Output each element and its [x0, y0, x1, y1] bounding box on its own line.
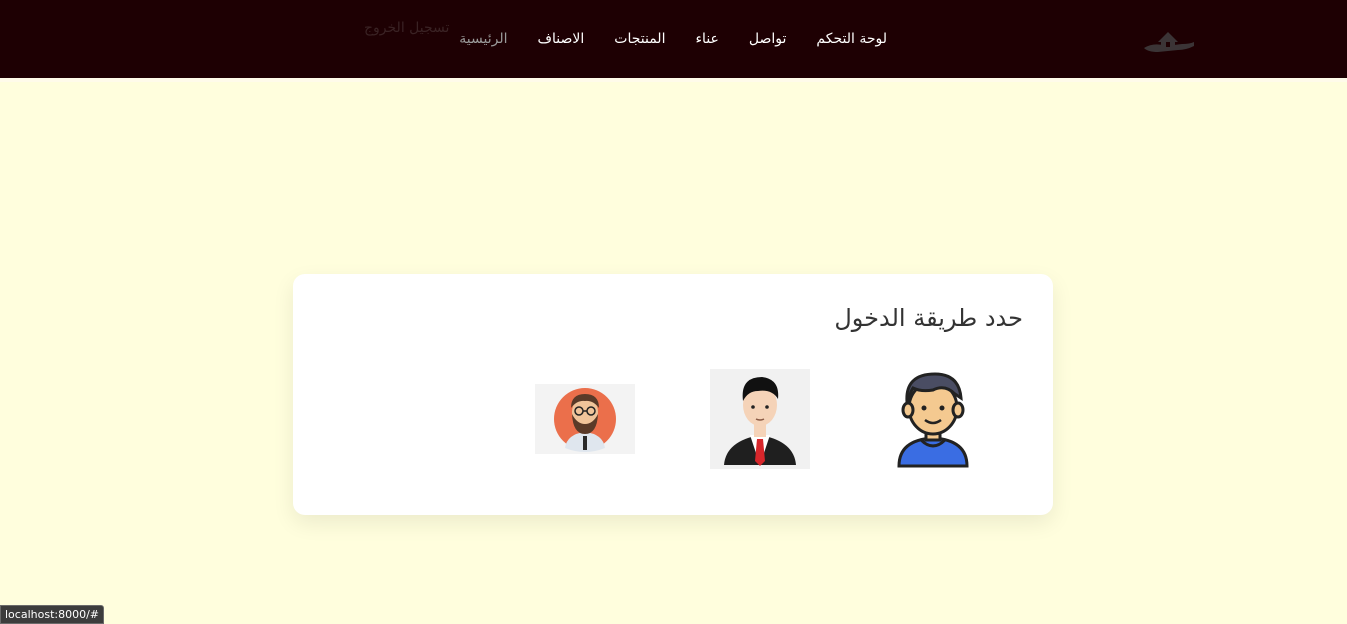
login-method-card: حدد طريقة الدخول — [293, 274, 1053, 515]
bearded-man-avatar-icon — [554, 388, 616, 452]
nav-products[interactable]: المنتجات — [614, 31, 665, 47]
nav-categories[interactable]: الاصناف — [538, 31, 585, 47]
house-in-hand-icon[interactable] — [1138, 24, 1198, 56]
nav-home[interactable]: الرئيسية — [459, 31, 507, 47]
card-title: حدد طريقة الدخول — [834, 304, 1023, 332]
navbar: الرئيسية الاصناف المنتجات عناء تواصل لوح… — [0, 0, 1347, 82]
businessman-avatar-icon — [724, 377, 796, 466]
login-option-admin[interactable] — [535, 384, 635, 454]
nav-dashboard[interactable]: لوحة التحكم — [816, 31, 887, 47]
nav-care[interactable]: عناء — [695, 31, 718, 47]
nav-contact[interactable]: تواصل — [749, 31, 787, 47]
login-option-business[interactable] — [710, 369, 810, 469]
login-option-user[interactable] — [893, 368, 973, 468]
status-bar-url: localhost:8000/# — [0, 605, 104, 624]
nav-links: الرئيسية الاصناف المنتجات عناء تواصل لوح… — [459, 31, 887, 47]
logout-link[interactable]: تسجيل الخروج — [364, 20, 449, 36]
user-avatar-icon — [897, 372, 969, 468]
